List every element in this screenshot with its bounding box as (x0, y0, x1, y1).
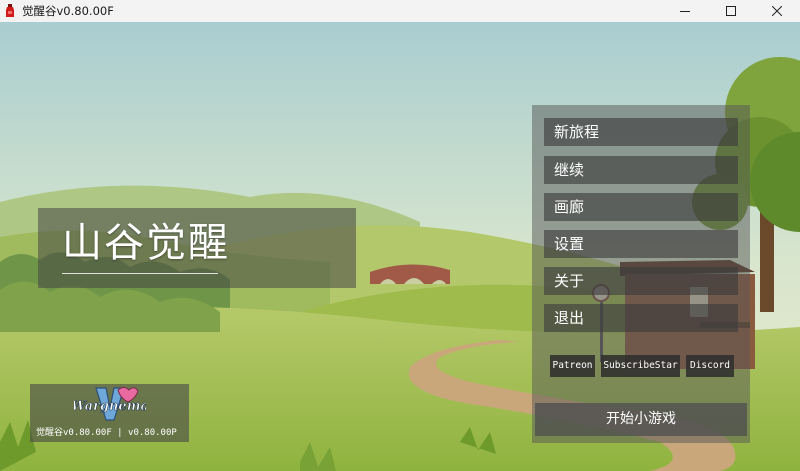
main-menu-panel: 新旅程 继续 画廊 设置 关于 退出 (532, 105, 750, 443)
start-minigame-button[interactable]: 开始小游戏 (535, 403, 747, 436)
window-controls (662, 0, 800, 22)
maximize-button[interactable] (708, 0, 754, 22)
minimize-button[interactable] (662, 0, 708, 22)
game-main-menu: 山谷觉醒 新旅程 继续 画廊 设置 关于 退出 Patreon Subscrib… (0, 22, 800, 471)
close-button[interactable] (754, 0, 800, 22)
menu-quit[interactable]: 退出 (544, 304, 738, 332)
game-title: 山谷觉醒 (62, 220, 230, 266)
subscribestar-button[interactable]: SubscribeStar (601, 355, 680, 377)
menu-continue[interactable]: 继续 (544, 156, 738, 184)
title-panel: 山谷觉醒 (38, 208, 356, 288)
wargnema-logo: Wargnema (74, 387, 146, 421)
version-text: 觉醒谷v0.80.00F | v0.80.00P (36, 428, 177, 438)
close-icon (772, 6, 782, 16)
menu-settings[interactable]: 设置 (544, 230, 738, 258)
title-underline (62, 273, 218, 274)
logo-text: Wargnema (74, 399, 146, 414)
discord-button[interactable]: Discord (686, 355, 734, 377)
red-bottle-icon (6, 4, 14, 17)
minimize-icon (680, 11, 690, 12)
patreon-button[interactable]: Patreon (550, 355, 595, 377)
menu-about[interactable]: 关于 (544, 267, 738, 295)
window-title: 觉醒谷v0.80.00F (22, 4, 114, 18)
maximize-icon (726, 6, 736, 16)
menu-new-journey[interactable]: 新旅程 (544, 118, 738, 146)
window-titlebar: 觉醒谷v0.80.00F (0, 0, 800, 23)
version-panel: Wargnema 觉醒谷v0.80.00F | v0.80.00P (30, 384, 189, 442)
menu-gallery[interactable]: 画廊 (544, 193, 738, 221)
